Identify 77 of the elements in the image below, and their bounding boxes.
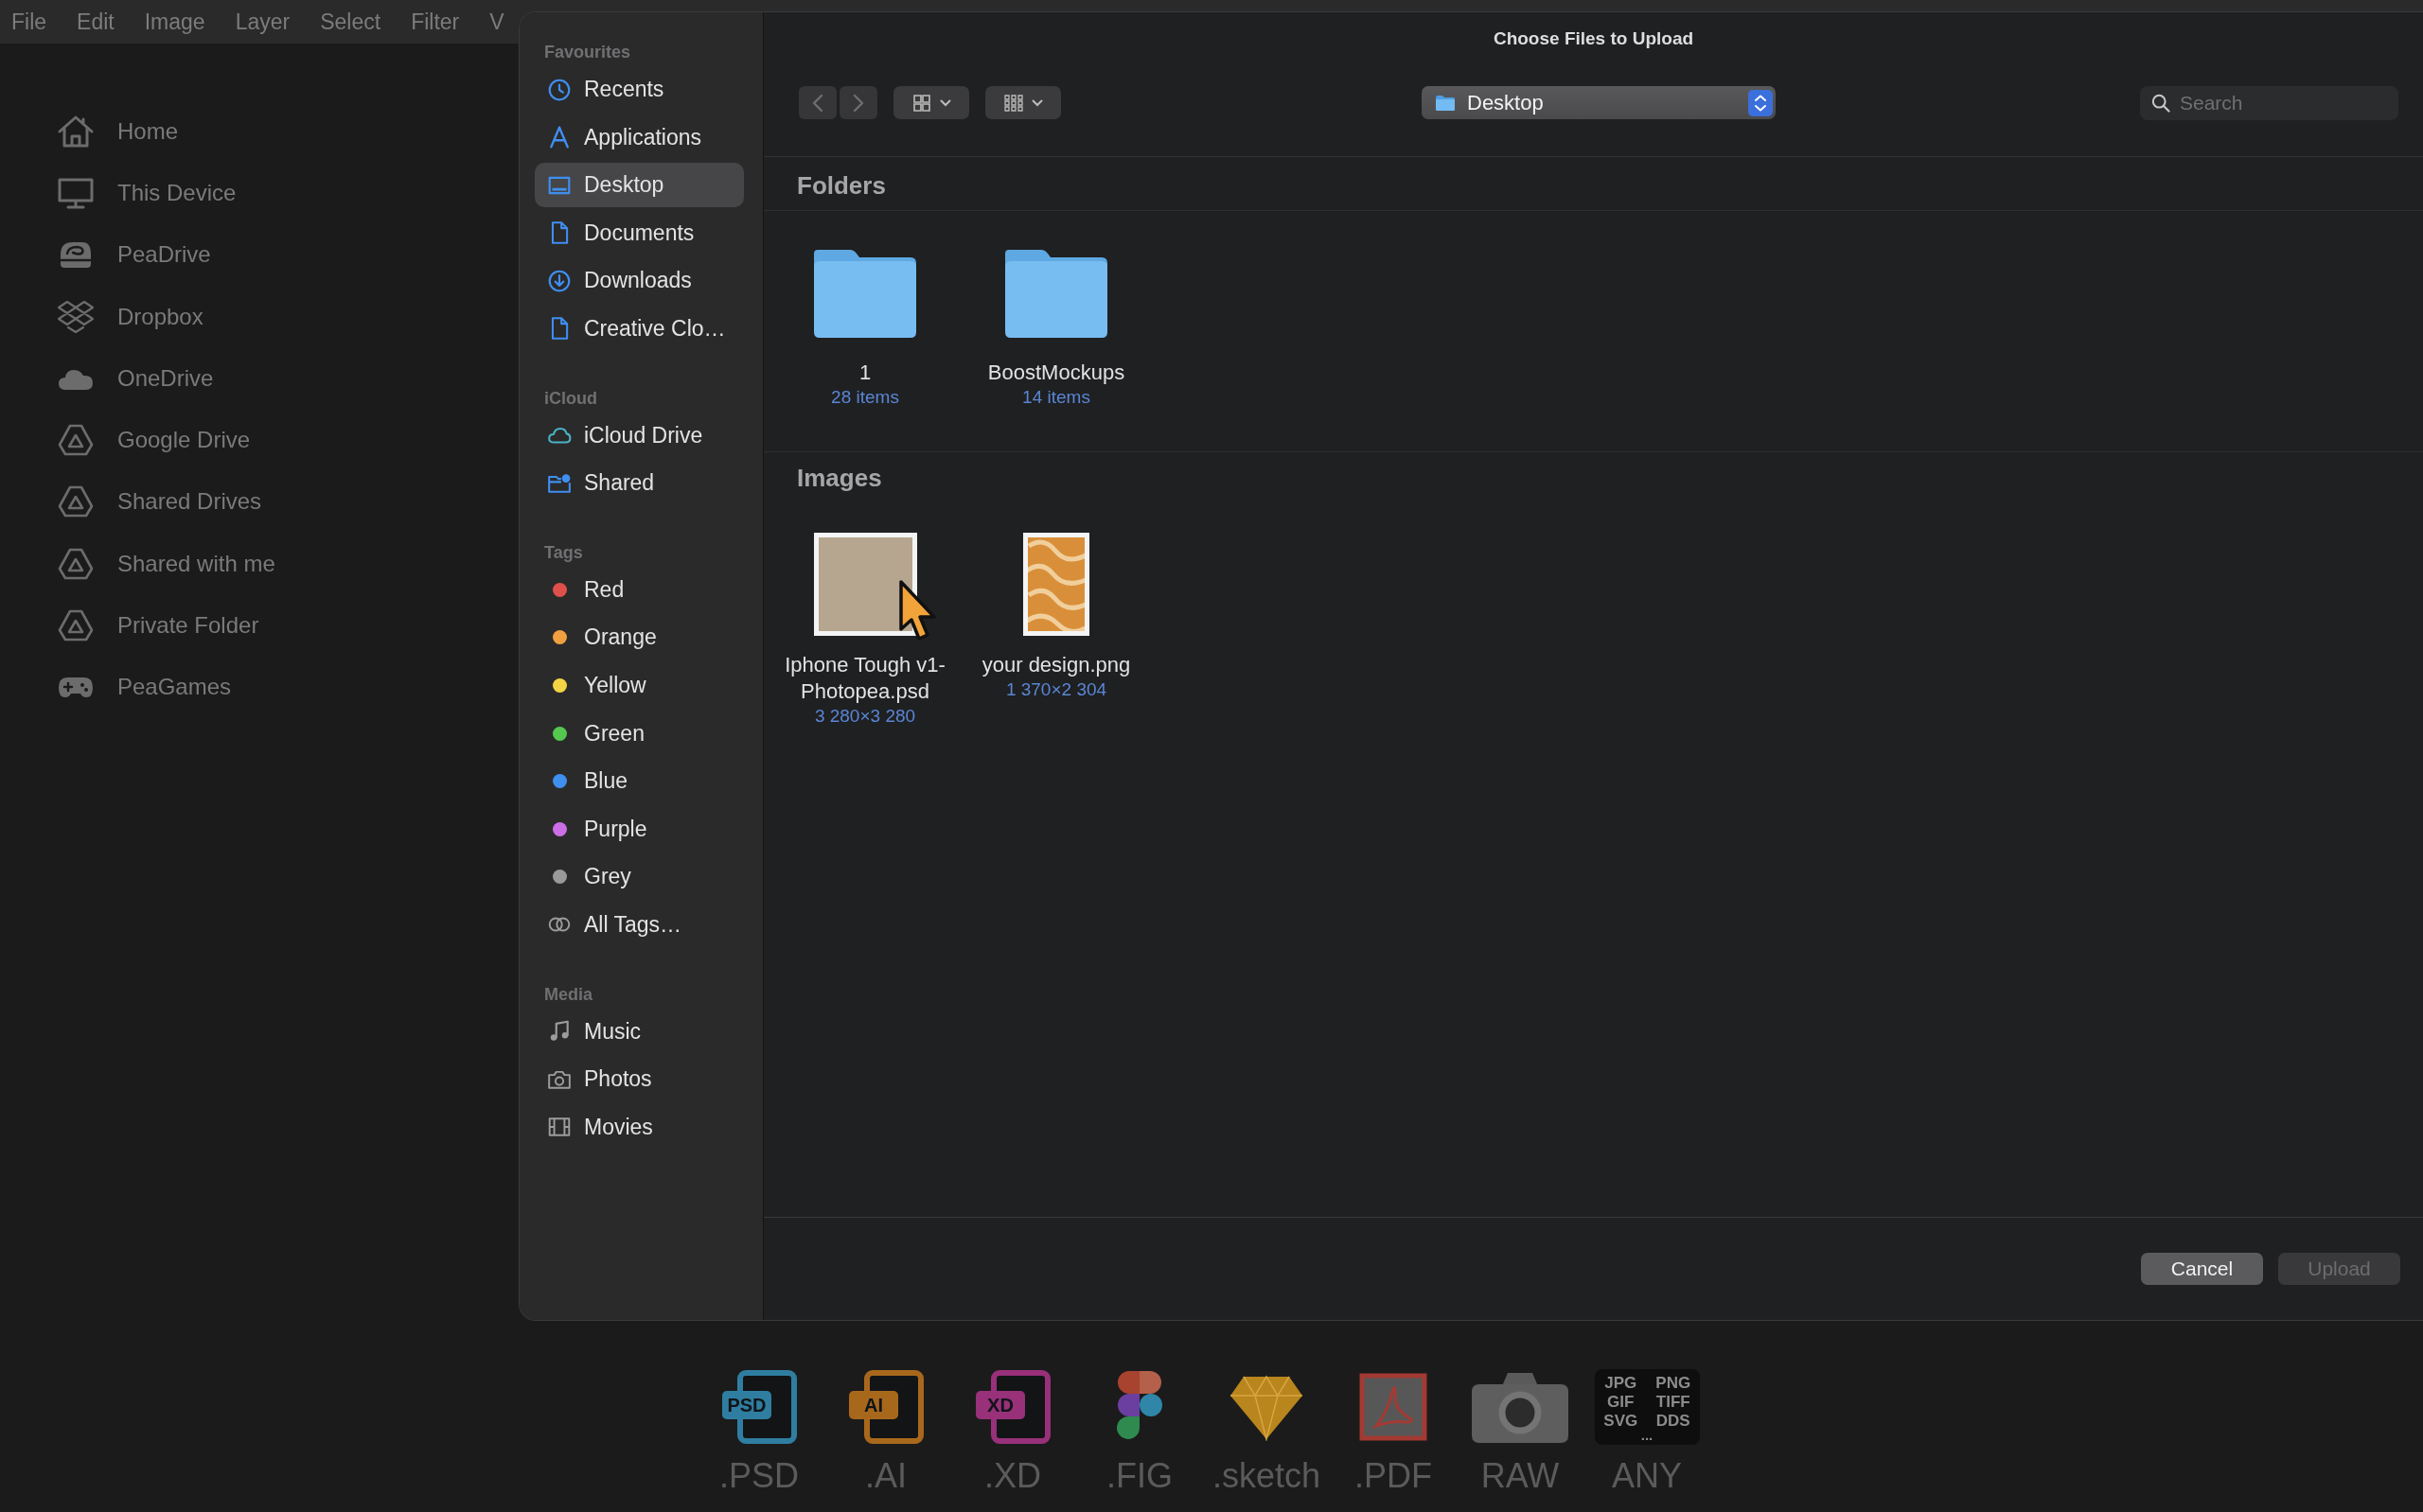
chevron-left-icon [812,93,823,113]
download-icon [547,268,572,293]
sidebar-heading: Favourites [544,42,631,63]
file-name: Iphone Tough v1-Photopea.psd [784,652,946,705]
sidebar-item[interactable]: Shared [535,461,744,506]
storage-item[interactable]: OneDrive [57,347,214,410]
storage-item[interactable]: Private Folder [57,594,259,657]
file-detail: 28 items [831,386,899,409]
format-label: ANY [1612,1457,1682,1495]
pdf-file-icon [1359,1373,1427,1441]
storage-item[interactable]: Shared Drives [57,470,262,534]
search-field[interactable]: Search [2140,86,2398,120]
sidebar-item[interactable]: Grey [535,854,744,900]
folder-icon [1435,94,1456,112]
sidebar-item[interactable]: Creative Clo… [535,306,744,351]
sidebar-item[interactable]: Red [535,567,744,612]
sidebar-item[interactable]: Recents [535,67,744,112]
sidebar-item[interactable]: Green [535,711,744,756]
forward-button[interactable] [840,86,877,119]
storage-item[interactable]: PeaGames [57,656,232,718]
sidebar-item[interactable]: Applications [535,114,744,160]
storage-item[interactable]: Home [57,100,179,163]
format-label: .PDF [1354,1457,1432,1495]
storage-item[interactable]: Shared with me [57,533,275,595]
grid-icon [911,93,931,113]
sidebar-item[interactable]: Orange [535,615,744,660]
sidebar-item[interactable]: Downloads [535,258,744,304]
sidebar-item[interactable]: All Tags… [535,902,744,947]
file-detail: 14 items [1022,386,1090,409]
search-icon [2151,94,2170,113]
location-dropdown[interactable]: Desktop [1422,86,1776,119]
sidebar-item[interactable]: Purple [535,806,744,852]
photo-placeholder[interactable] [813,533,917,636]
view-mode-button[interactable] [893,86,969,119]
folder-icon[interactable] [1005,250,1107,338]
sidebar-item[interactable]: Yellow [535,662,744,708]
stepper-icon [1748,89,1773,116]
caret-icon [1031,98,1043,107]
file-name: your design.png [982,652,1131,678]
sidebar-item[interactable]: Blue [535,759,744,804]
caret-icon [939,98,951,107]
format-label: .PSD [719,1457,799,1495]
file-detail: 3 280×3 280 [814,705,916,728]
format-label: .AI [865,1457,907,1495]
section-heading: Folders [797,171,886,201]
cancel-button[interactable]: Cancel [2141,1253,2263,1285]
clock-icon [547,77,572,102]
sidebar-heading: iCloud [544,387,597,410]
file-name: 1 [858,360,872,386]
dialog-title: Choose Files to Upload [1493,28,1694,49]
sidebar-item[interactable]: Desktop [535,163,744,208]
back-button[interactable] [799,86,837,119]
sidebar-item[interactable]: Photos [535,1057,744,1102]
format-label: .sketch [1212,1457,1320,1495]
folder-icon[interactable] [814,250,916,338]
file-name: BoostMockups [987,360,1125,386]
section-heading: Images [797,463,882,493]
chevron-right-icon [853,93,864,113]
format-label: .FIG [1106,1457,1173,1495]
sidebar-item[interactable]: Music [535,1009,744,1054]
storage-item[interactable]: PeaDrive [57,223,211,286]
storage-item[interactable]: Dropbox [57,285,203,348]
storage-item[interactable]: Google Drive [57,409,251,471]
format-label: RAW [1480,1457,1560,1495]
sidebar-item[interactable]: Movies [535,1104,744,1150]
file-detail: 1 370×2 304 [1005,678,1107,701]
tile-grid-icon [1003,93,1023,113]
sidebar-item[interactable]: iCloud Drive [535,413,744,458]
storage-item[interactable]: This Device [57,162,237,224]
sidebar-heading: Media [544,983,592,1006]
sidebar-heading: Tags [544,541,583,564]
a-glyph-icon [547,125,572,150]
sidebar-item[interactable]: Documents [535,210,744,255]
format-names-tile: JPG PNG GIF TIFF SVG DDS ... [1594,1369,1700,1445]
group-button[interactable] [985,86,1061,119]
format-label: .XD [984,1457,1041,1495]
gem-icon [1229,1373,1304,1441]
